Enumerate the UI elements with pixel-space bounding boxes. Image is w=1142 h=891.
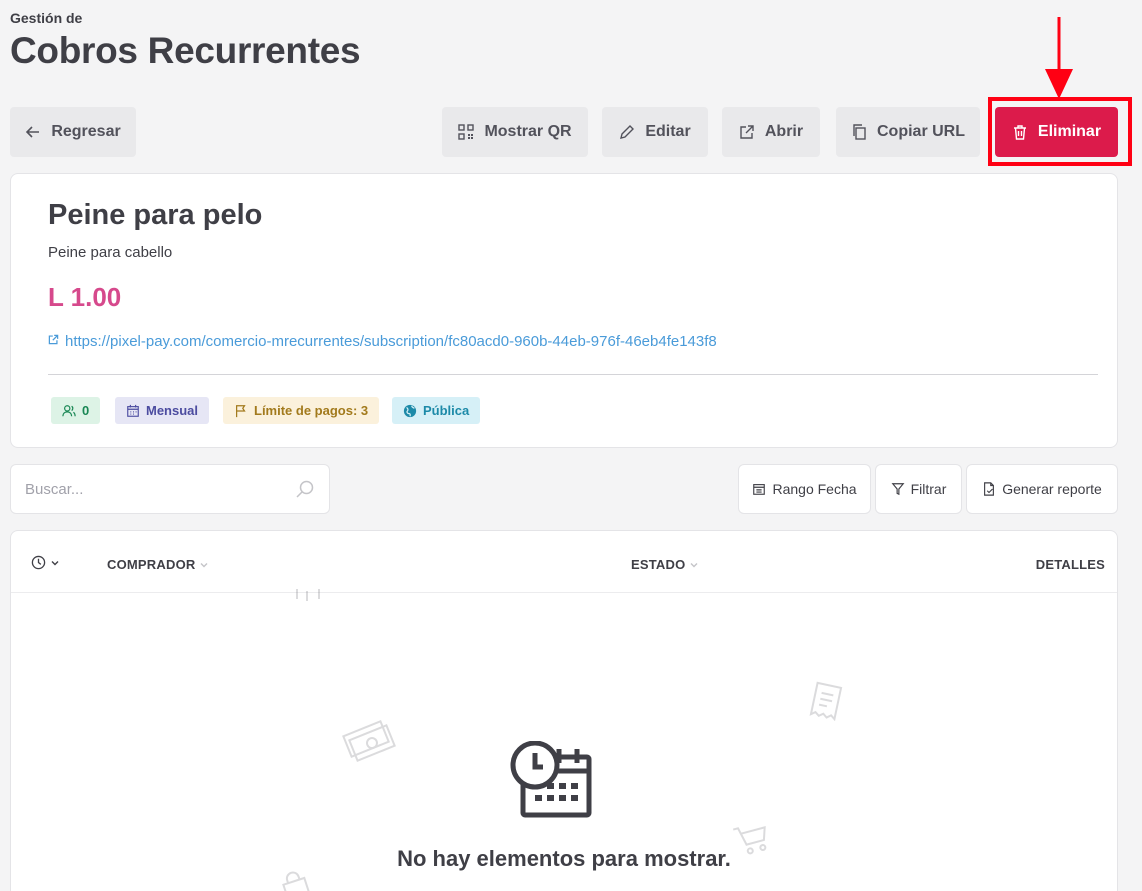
trash-icon	[1013, 125, 1026, 140]
subscriptions-table: COMPRADOR ESTADO DETALLES No hay element…	[10, 530, 1118, 891]
calendar-clock-icon	[510, 741, 592, 818]
payment-limit-label: Límite de pagos: 3	[254, 403, 369, 418]
generate-report-button[interactable]: Generar reporte	[966, 464, 1118, 514]
table-header: COMPRADOR ESTADO DETALLES	[11, 531, 1117, 593]
visibility-label: Pública	[423, 403, 470, 418]
date-range-button[interactable]: Rango Fecha	[738, 464, 871, 514]
pencil-icon	[620, 125, 635, 139]
delete-button[interactable]: Eliminar	[995, 107, 1118, 157]
filter-label: Filtrar	[910, 481, 947, 497]
generate-report-label: Generar reporte	[1002, 481, 1102, 497]
users-icon	[62, 404, 76, 416]
open-label: Abrir	[764, 123, 804, 140]
show-qr-button[interactable]: Mostrar QR	[442, 107, 588, 157]
back-button-label: Regresar	[51, 123, 121, 140]
column-header-status[interactable]: ESTADO	[631, 557, 699, 572]
visibility-badge: Pública	[392, 397, 481, 424]
clock-icon	[31, 555, 46, 570]
copy-url-label: Copiar URL	[877, 123, 965, 140]
globe-icon	[403, 404, 417, 417]
back-button[interactable]: Regresar	[10, 107, 136, 157]
empty-state-message: No hay elementos para mostrar.	[397, 846, 731, 871]
filter-icon	[891, 483, 905, 496]
external-link-icon	[740, 125, 754, 139]
decorative-receipt-icon	[809, 681, 843, 721]
qr-code-icon	[458, 124, 475, 140]
column-header-details-label: DETALLES	[1035, 557, 1105, 572]
page-title: Cobros Recurrentes	[10, 30, 361, 71]
column-header-buyer-label: COMPRADOR	[107, 557, 196, 572]
external-link-icon	[48, 334, 59, 345]
chevron-down-icon	[690, 562, 698, 567]
subscribers-badge: 0	[51, 397, 101, 424]
frequency-badge: Mensual	[115, 397, 210, 424]
flag-icon	[236, 404, 246, 417]
frequency-label: Mensual	[146, 403, 199, 418]
search-icon[interactable]	[295, 479, 315, 499]
decorative-cash-icon	[342, 719, 396, 763]
open-button[interactable]: Abrir	[722, 107, 820, 157]
edit-button[interactable]: Editar	[602, 107, 708, 157]
product-name: Peine para pelo	[48, 199, 263, 231]
subscribers-count: 0	[82, 403, 90, 418]
filter-button[interactable]: Filtrar	[875, 464, 962, 514]
chevron-down-icon	[200, 562, 208, 567]
product-price: L 1.00	[48, 282, 122, 312]
calendar-icon	[753, 484, 766, 495]
copy-url-button[interactable]: Copiar URL	[836, 107, 980, 157]
card-divider	[48, 374, 1098, 375]
column-header-status-label: ESTADO	[631, 557, 686, 572]
calendar-icon	[127, 404, 139, 417]
delete-label: Eliminar	[1037, 123, 1102, 140]
decorative-coins-icon	[296, 589, 320, 601]
report-file-icon	[984, 482, 995, 496]
column-header-buyer[interactable]: COMPRADOR	[107, 557, 209, 572]
product-description: Peine para cabello	[48, 244, 173, 261]
edit-label: Editar	[645, 123, 691, 140]
search-input[interactable]	[25, 480, 295, 498]
sort-by-time-button[interactable]	[31, 555, 60, 570]
column-header-details: DETALLES	[1036, 557, 1105, 572]
product-card: Peine para pelo Peine para cabello L 1.0…	[10, 173, 1118, 448]
date-range-label: Rango Fecha	[772, 481, 857, 497]
page-kicker: Gestión de	[10, 10, 83, 26]
decorative-bag-icon	[282, 871, 312, 891]
search-box	[10, 464, 330, 514]
product-url-text: https://pixel-pay.com/comercio-mrecurren…	[65, 333, 717, 350]
show-qr-label: Mostrar QR	[484, 123, 572, 140]
annotation-arrow-icon	[1045, 17, 1073, 99]
chevron-down-icon	[51, 560, 59, 565]
product-url-link[interactable]: https://pixel-pay.com/comercio-mrecurren…	[48, 333, 717, 350]
arrow-left-icon	[26, 126, 40, 138]
payment-limit-badge: Límite de pagos: 3	[223, 397, 380, 424]
copy-icon	[853, 124, 866, 140]
